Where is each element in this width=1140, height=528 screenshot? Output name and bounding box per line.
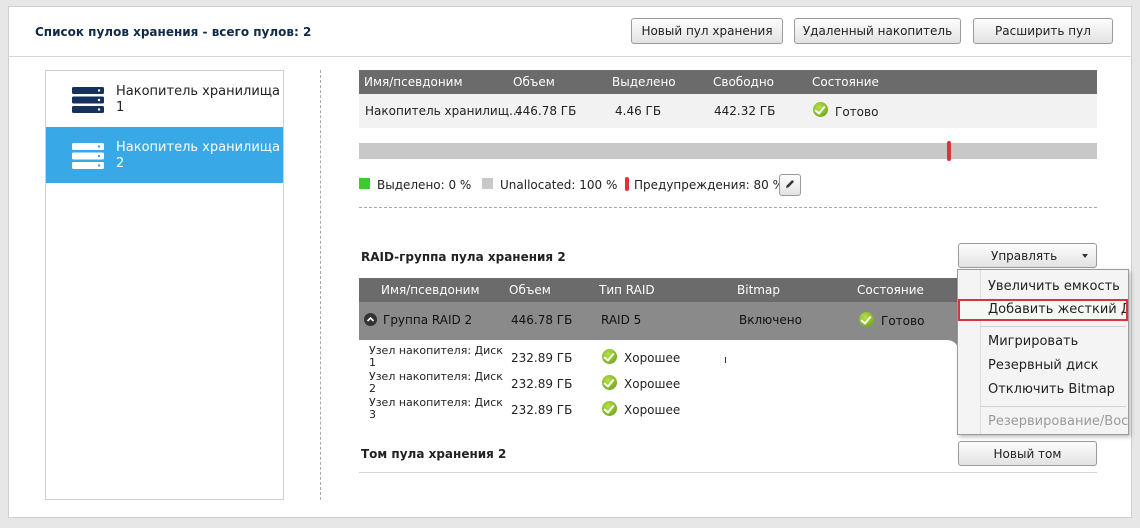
storage-server-icon — [72, 87, 104, 116]
menu-item-add-hard-drive[interactable]: Добавить жесткий Д — [958, 299, 1128, 321]
menu-item-expand-capacity[interactable]: Увеличить емкость — [958, 276, 1128, 298]
manage-label: Управлять — [991, 248, 1058, 263]
pool-table-header: Имя/псевдоним Объем Выделено Свободно Со… — [359, 70, 1097, 94]
good-check-icon — [602, 375, 617, 390]
warning-threshold-marker — [947, 141, 952, 161]
chevron-down-icon — [1082, 254, 1088, 258]
good-check-icon — [602, 349, 617, 364]
menu-item-spare-disk[interactable]: Резервный диск — [958, 355, 1128, 377]
disk-status: Хорошее — [624, 351, 681, 365]
list-item[interactable]: Узел накопителя: Диск 1 232.89 ГБ Хороше… — [359, 344, 959, 370]
pool-status: Готово — [835, 105, 879, 119]
legend-warnings: Предупреждения: 80 % — [634, 178, 784, 192]
section-divider — [359, 207, 1097, 208]
list-item[interactable]: Узел накопителя: Диск 3 232.89 ГБ Хороше… — [359, 396, 959, 422]
raid-table: Имя/псевдоним Объем Тип RAID Bitmap Сост… — [359, 278, 959, 432]
disk-size: 232.89 ГБ — [511, 403, 573, 417]
sidebar-item-label: Накопитель хранилища 2 — [116, 140, 280, 171]
list-item[interactable]: Узел накопителя: Диск 2 232.89 ГБ Хороше… — [359, 370, 959, 396]
disk-name: Узел накопителя: Диск 2 — [369, 370, 503, 395]
pool-free: 442.32 ГБ — [714, 104, 776, 118]
menu-item-disable-bitmap[interactable]: Отключить Bitmap — [958, 379, 1128, 401]
column-header-status: Состояние — [812, 75, 879, 89]
raid-group-status: Готово — [881, 314, 925, 328]
pool-name: Накопитель хранилищ... — [365, 104, 521, 118]
sidebar-item-pool-1[interactable]: Накопитель хранилища 1 — [46, 71, 283, 127]
menu-item-migrate[interactable]: Мигрировать — [958, 331, 1128, 353]
unallocated-swatch — [482, 178, 493, 189]
raid-type: RAID 5 — [601, 313, 642, 327]
disk-status: Хорошее — [624, 403, 681, 417]
capacity-legend: Выделено: 0 % Unallocated: 100 % Предупр… — [359, 174, 819, 198]
pool-allocated: 4.46 ГБ — [615, 104, 662, 118]
disk-size: 232.89 ГБ — [511, 377, 573, 391]
column-header-size: Объем — [513, 75, 555, 89]
edit-threshold-button[interactable] — [779, 174, 801, 196]
volume-section-title: Том пула хранения 2 — [361, 447, 507, 461]
menu-item-backup-restore: Резервирование/Восс — [988, 414, 1129, 429]
ready-check-icon — [813, 102, 828, 117]
good-check-icon — [602, 401, 617, 416]
expand-pool-button[interactable]: Расширить пул — [973, 18, 1113, 44]
raid-group-row[interactable]: Группа RAID 2 446.78 ГБ RAID 5 Включено … — [359, 302, 959, 337]
column-header-size: Объем — [509, 283, 551, 297]
legend-allocated: Выделено: 0 % — [377, 178, 472, 192]
storage-pools-panel: Список пулов хранения - всего пулов: 2 Н… — [8, 6, 1132, 518]
pool-list-sidebar: Накопитель хранилища 1 Накопитель хранил… — [45, 70, 284, 500]
pencil-icon — [784, 178, 796, 193]
column-header-name: Имя/псевдоним — [381, 283, 480, 297]
legend-unallocated: Unallocated: 100 % — [500, 178, 618, 192]
bitmap-status: Включено — [739, 313, 802, 327]
disk-status: Хорошее — [624, 377, 681, 391]
capacity-usage-bar — [359, 141, 1097, 161]
raid-group-size: 446.78 ГБ — [511, 313, 573, 327]
collapse-icon[interactable] — [364, 313, 377, 326]
new-pool-button[interactable]: Новый пул хранения — [631, 18, 783, 44]
header-bar: Список пулов хранения - всего пулов: 2 Н… — [9, 7, 1131, 57]
menu-separator — [980, 326, 1126, 327]
raid-section-title: RAID-группа пула хранения 2 — [361, 250, 566, 264]
page-title: Список пулов хранения - всего пулов: 2 — [35, 25, 312, 39]
text-cursor — [725, 357, 726, 363]
menu-separator — [980, 406, 1126, 407]
manage-dropdown-button[interactable]: Управлять — [958, 243, 1097, 268]
disk-name: Узел накопителя: Диск 1 — [369, 344, 503, 369]
column-header-free: Свободно — [713, 75, 775, 89]
column-header-status: Состояние — [857, 283, 924, 297]
pool-size: 446.78 ГБ — [515, 104, 577, 118]
column-header-bitmap: Bitmap — [737, 283, 780, 297]
disk-list-container: Узел накопителя: Диск 1 232.89 ГБ Хороше… — [359, 337, 959, 432]
raid-group-name: Группа RAID 2 — [383, 313, 473, 327]
warning-swatch — [625, 177, 629, 191]
disk-size: 232.89 ГБ — [511, 351, 573, 365]
disk-list: Узел накопителя: Диск 1 232.89 ГБ Хороше… — [359, 340, 959, 432]
removed-drive-button[interactable]: Удаленный накопитель — [794, 18, 961, 44]
section-divider — [359, 472, 1097, 473]
sidebar-item-label: Накопитель хранилища 1 — [116, 84, 280, 115]
column-header-allocated: Выделено — [612, 75, 676, 89]
allocated-swatch — [359, 178, 370, 189]
sidebar-item-pool-2[interactable]: Накопитель хранилища 2 — [46, 127, 283, 183]
ready-check-icon — [859, 312, 874, 327]
column-header-name: Имя/псевдоним — [364, 75, 463, 89]
table-row[interactable]: Накопитель хранилищ... 446.78 ГБ 4.46 ГБ… — [359, 94, 1097, 128]
raid-table-header: Имя/псевдоним Объем Тип RAID Bitmap Сост… — [359, 278, 959, 302]
new-volume-button[interactable]: Новый том — [958, 441, 1097, 466]
vertical-divider — [320, 70, 321, 500]
manage-dropdown-menu: Увеличить емкость Добавить жесткий Д Миг… — [957, 269, 1129, 435]
column-header-raid-type: Тип RAID — [599, 283, 655, 297]
storage-server-icon — [72, 143, 104, 172]
disk-name: Узел накопителя: Диск 3 — [369, 396, 503, 421]
